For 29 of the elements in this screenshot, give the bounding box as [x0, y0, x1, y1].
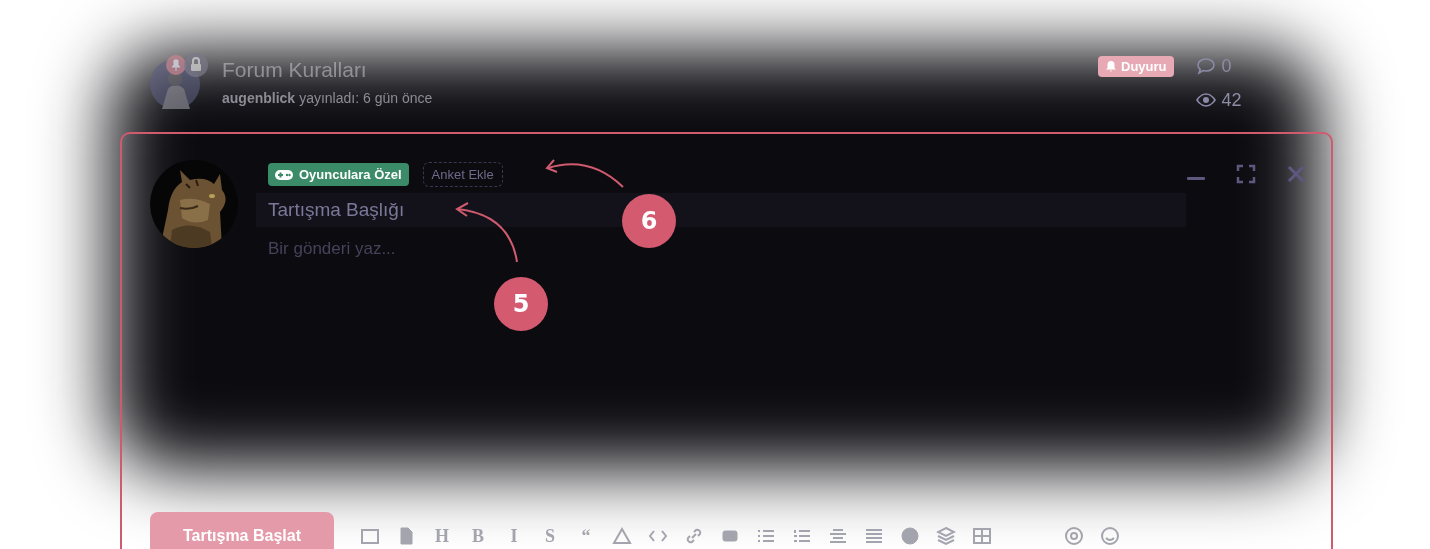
link-icon[interactable] [684, 526, 704, 546]
category-tag[interactable]: Oyunculara Özel [268, 163, 409, 186]
format-button[interactable]: “ [576, 525, 596, 547]
pin-icon [166, 55, 186, 75]
lock-icon [184, 53, 208, 77]
format-button[interactable]: H [432, 525, 452, 547]
post-meta: yayınladı: 6 gün önce [299, 90, 433, 106]
format-button[interactable]: I [504, 525, 524, 547]
format-button[interactable]: B [468, 525, 488, 547]
table-icon[interactable] [972, 526, 992, 546]
topic-title[interactable]: Forum Kuralları [222, 58, 922, 82]
curved-arrow [455, 202, 518, 263]
format-button[interactable]: S [540, 525, 560, 547]
start-discussion-button[interactable]: Tartışma Başlat [150, 512, 334, 549]
align-justify-icon[interactable] [864, 526, 884, 546]
bell-icon [1105, 60, 1117, 72]
view-count: 42 [1221, 89, 1243, 111]
layers-icon[interactable] [936, 526, 956, 546]
author-name[interactable]: augenblick [222, 90, 296, 106]
speech-bubble-icon [1195, 56, 1216, 76]
gamepad-icon [275, 169, 293, 180]
badge-label: Duyuru [1121, 58, 1167, 74]
close-icon[interactable] [1286, 164, 1306, 184]
add-poll-button[interactable]: Anket Ekle [422, 162, 503, 187]
fullscreen-icon[interactable] [1236, 164, 1256, 184]
reply-count: 0 [1221, 55, 1233, 77]
smiley-icon[interactable] [1100, 526, 1120, 546]
align-center-icon[interactable] [828, 526, 848, 546]
eye-icon [1195, 90, 1216, 110]
